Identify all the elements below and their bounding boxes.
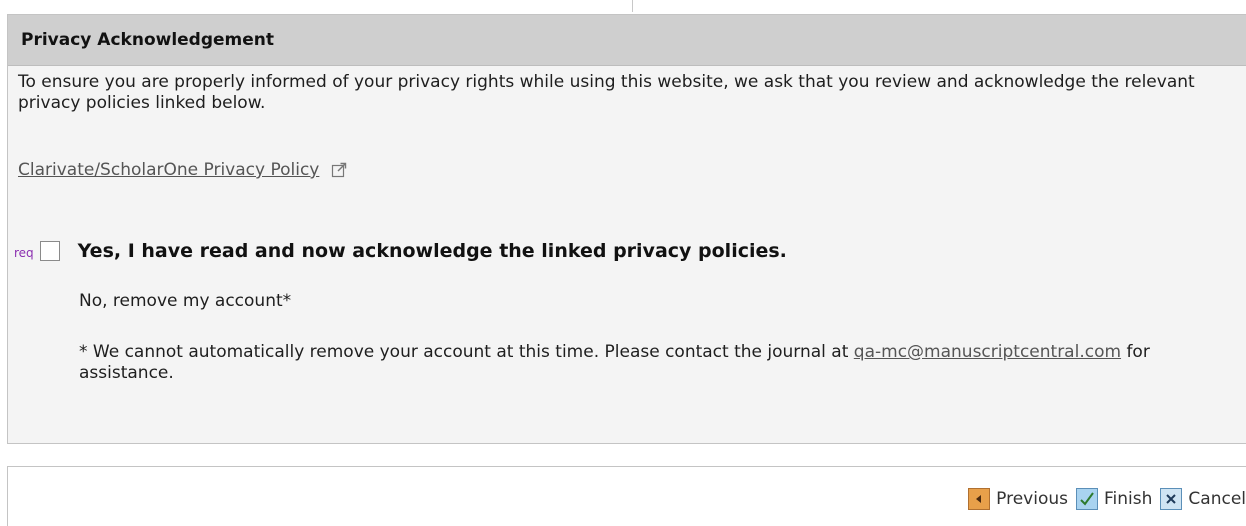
previous-label: Previous <box>996 489 1068 509</box>
acknowledge-checkbox[interactable] <box>39 241 60 261</box>
close-icon <box>1160 488 1183 510</box>
external-link-icon[interactable] <box>331 162 347 178</box>
remove-account-option: No, remove my account* <box>79 291 292 311</box>
required-marker: req <box>14 246 34 260</box>
intro-text: To ensure you are properly informed of y… <box>18 72 1195 113</box>
arrow-left-icon <box>968 488 991 510</box>
finish-button[interactable]: Finish <box>1076 488 1152 510</box>
divider <box>632 0 633 12</box>
checkmark-icon <box>1076 488 1098 510</box>
previous-button[interactable]: Previous <box>968 488 1068 510</box>
privacy-policy-link[interactable]: Clarivate/ScholarOne Privacy Policy <box>18 160 319 180</box>
action-buttons: Previous Finish Cancel <box>960 488 1246 510</box>
note-prefix: * We cannot automatically remove your ac… <box>79 342 854 362</box>
journal-email-link[interactable]: qa-mc@manuscriptcentral.com <box>854 342 1121 362</box>
top-strip <box>0 0 1246 14</box>
panel-title: Privacy Acknowledgement <box>8 15 1246 66</box>
removal-note: * We cannot automatically remove your ac… <box>79 342 1159 384</box>
cancel-button[interactable]: Cancel <box>1160 488 1246 510</box>
finish-label: Finish <box>1104 489 1153 509</box>
acknowledge-row: req Yes, I have read and now acknowledge… <box>14 240 787 262</box>
acknowledge-label[interactable]: Yes, I have read and now acknowledge the… <box>78 240 787 262</box>
cancel-label: Cancel <box>1188 489 1246 509</box>
policy-link-row: Clarivate/ScholarOne Privacy Policy <box>18 160 347 180</box>
